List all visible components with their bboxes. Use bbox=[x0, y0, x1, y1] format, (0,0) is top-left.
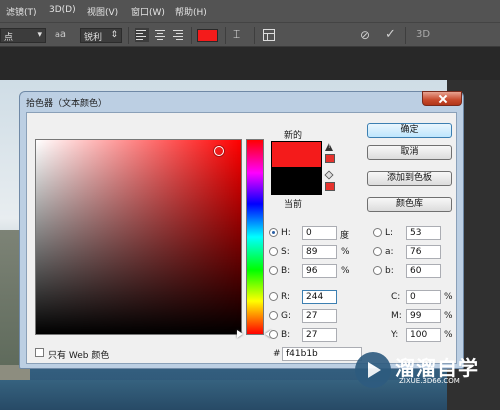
h-input[interactable]: 0 bbox=[302, 226, 337, 240]
b-input[interactable]: 96 bbox=[302, 264, 337, 278]
menu-help[interactable]: 帮助(H) bbox=[175, 5, 207, 18]
hex-label: # bbox=[273, 349, 281, 359]
radio-r[interactable] bbox=[269, 292, 278, 301]
font-size-select[interactable]: 点 ▾ bbox=[0, 28, 46, 43]
new-color-label: 新的 bbox=[284, 131, 303, 141]
commit-check-icon[interactable]: ✓ bbox=[385, 27, 396, 42]
g-label: G: bbox=[281, 311, 292, 321]
panels-icon[interactable] bbox=[263, 29, 275, 41]
chevron-updown-icon: ⇕ bbox=[110, 30, 118, 40]
current-color-label: 当前 bbox=[284, 200, 303, 210]
color-libraries-button[interactable]: 颜色库 bbox=[367, 197, 452, 212]
color-picker-dialog: 拾色器（文本颜色） 新的 当前 确定 取消 添加到色板 颜色库 H: 0 度 S… bbox=[19, 91, 464, 369]
cancel-icon[interactable]: ⊘ bbox=[360, 28, 370, 42]
dialog-title: 拾色器（文本颜色） bbox=[26, 99, 108, 109]
hue-slider-arrow-left[interactable] bbox=[237, 330, 243, 338]
g-input[interactable]: 27 bbox=[302, 309, 337, 323]
h-unit: 度 bbox=[340, 231, 350, 241]
text-color-swatch[interactable] bbox=[197, 29, 218, 42]
close-button[interactable] bbox=[422, 91, 462, 106]
play-logo-icon bbox=[355, 352, 391, 388]
3d-button[interactable]: 3D bbox=[416, 29, 430, 40]
radio-g[interactable] bbox=[269, 311, 278, 320]
new-color-swatch bbox=[271, 141, 322, 168]
m-label: M: bbox=[391, 311, 402, 321]
ok-button[interactable]: 确定 bbox=[367, 123, 452, 138]
color-picker-circle[interactable] bbox=[214, 146, 224, 156]
a-input[interactable]: 76 bbox=[406, 245, 441, 259]
b-label: B: bbox=[281, 266, 291, 276]
current-color-swatch[interactable] bbox=[271, 168, 322, 195]
h-label: H: bbox=[281, 228, 291, 238]
warp-text-icon[interactable]: ⌶ bbox=[233, 27, 240, 42]
aa-letter-2: a bbox=[59, 29, 67, 40]
align-right-icon[interactable] bbox=[172, 29, 184, 41]
b-rgb-label: B: bbox=[281, 330, 291, 340]
radio-s[interactable] bbox=[269, 247, 278, 256]
a-label: a: bbox=[385, 247, 394, 257]
antialias-select[interactable]: 锐利 ⇕ bbox=[80, 28, 122, 43]
b-lab-label: b: bbox=[385, 266, 394, 276]
separator bbox=[128, 27, 129, 44]
web-safe-swatch[interactable] bbox=[325, 182, 335, 191]
chevron-down-icon: ▾ bbox=[37, 30, 42, 40]
b-rgb-input[interactable]: 27 bbox=[302, 328, 337, 342]
s-label: S: bbox=[281, 247, 290, 257]
c-label: C: bbox=[391, 292, 401, 302]
menu-window[interactable]: 窗口(W) bbox=[131, 5, 165, 18]
c-unit: % bbox=[444, 292, 453, 302]
web-only-label: 只有 Web 颜色 bbox=[48, 351, 110, 361]
m-input[interactable]: 99 bbox=[406, 309, 441, 323]
radio-h[interactable] bbox=[269, 228, 278, 237]
separator bbox=[254, 27, 255, 44]
font-size-value: 点 bbox=[4, 33, 14, 43]
b-unit: % bbox=[341, 266, 350, 276]
align-left-icon[interactable] bbox=[135, 28, 149, 42]
antialias-icon: aa bbox=[55, 29, 66, 40]
l-input[interactable]: 53 bbox=[406, 226, 441, 240]
hue-slider[interactable] bbox=[246, 139, 264, 335]
separator bbox=[225, 27, 226, 44]
options-bar: 点 ▾ aa 锐利 ⇕ ⌶ ⊘ ✓ 3D bbox=[0, 22, 500, 47]
dialog-titlebar[interactable]: 拾色器（文本颜色） bbox=[20, 91, 463, 110]
color-field[interactable] bbox=[35, 139, 242, 335]
watermark: 溜溜自学 ZIXUE.3D66.COM bbox=[355, 350, 500, 392]
hex-input[interactable]: f41b1b bbox=[282, 347, 362, 361]
separator bbox=[405, 27, 406, 44]
gamut-swatch[interactable] bbox=[325, 154, 335, 163]
radio-b-rgb[interactable] bbox=[269, 330, 278, 339]
y-input[interactable]: 100 bbox=[406, 328, 441, 342]
radio-l[interactable] bbox=[373, 228, 382, 237]
cancel-button[interactable]: 取消 bbox=[367, 145, 452, 160]
b-lab-input[interactable]: 60 bbox=[406, 264, 441, 278]
y-label: Y: bbox=[391, 330, 399, 340]
s-input[interactable]: 89 bbox=[302, 245, 337, 259]
radio-b[interactable] bbox=[269, 266, 278, 275]
menu-view[interactable]: 视图(V) bbox=[87, 5, 118, 18]
m-unit: % bbox=[444, 311, 453, 321]
separator bbox=[191, 27, 192, 44]
gamut-warning-icon[interactable] bbox=[325, 143, 333, 151]
align-center-icon[interactable] bbox=[154, 29, 166, 41]
l-label: L: bbox=[385, 228, 394, 238]
menu-bar: 滤镜(T) 3D(D) 视图(V) 窗口(W) 帮助(H) bbox=[0, 0, 500, 22]
web-only-checkbox[interactable] bbox=[35, 348, 44, 357]
watermark-url: ZIXUE.3D66.COM bbox=[399, 377, 460, 385]
r-label: R: bbox=[281, 292, 291, 302]
antialias-value: 锐利 bbox=[84, 33, 103, 43]
r-input[interactable]: 244 bbox=[302, 290, 337, 304]
radio-a[interactable] bbox=[373, 247, 382, 256]
web-safe-icon[interactable] bbox=[324, 170, 334, 180]
add-to-swatches-button[interactable]: 添加到色板 bbox=[367, 171, 452, 186]
radio-b-lab[interactable] bbox=[373, 266, 382, 275]
menu-filter[interactable]: 滤镜(T) bbox=[6, 5, 37, 18]
s-unit: % bbox=[341, 247, 350, 257]
c-input[interactable]: 0 bbox=[406, 290, 441, 304]
dialog-body: 新的 当前 确定 取消 添加到色板 颜色库 H: 0 度 S: 89 % B: … bbox=[26, 112, 457, 364]
menu-3d[interactable]: 3D(D) bbox=[49, 5, 76, 15]
y-unit: % bbox=[444, 330, 453, 340]
